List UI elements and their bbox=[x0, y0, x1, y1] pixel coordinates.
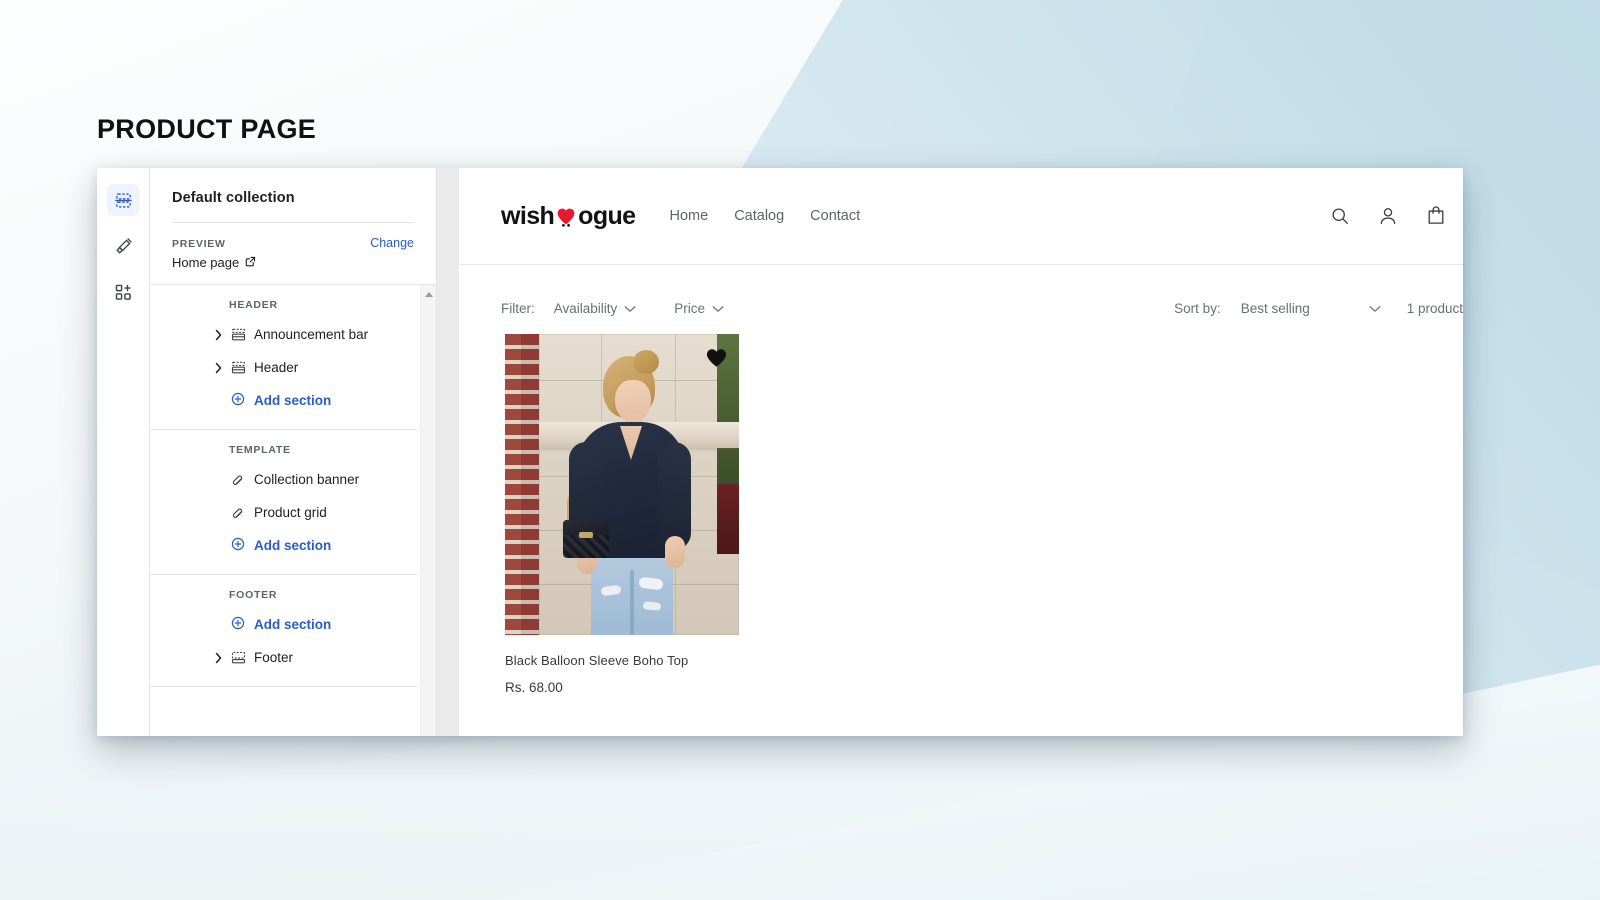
section-item-label: Header bbox=[254, 360, 299, 375]
announcement-bar-icon bbox=[231, 327, 246, 342]
logo-text-before: wish bbox=[501, 201, 555, 230]
section-item-label: Announcement bar bbox=[254, 327, 369, 342]
chevron-right-icon[interactable] bbox=[214, 329, 223, 341]
preview-block: PREVIEW Change Home page bbox=[150, 223, 436, 285]
header-section-icon bbox=[231, 360, 246, 375]
facet-label-availability: Availability bbox=[553, 300, 618, 316]
add-section-label: Add section bbox=[254, 617, 332, 632]
section-item-label: Product grid bbox=[254, 505, 327, 520]
storefront-nav: Home Catalog Contact bbox=[670, 208, 861, 224]
external-link-icon bbox=[245, 255, 256, 270]
product-count: 1 product bbox=[1406, 300, 1463, 316]
product-price: Rs. 68.00 bbox=[505, 680, 563, 695]
theme-editor-window: Default collection PREVIEW Change Home p… bbox=[97, 168, 1463, 736]
product-image[interactable] bbox=[505, 334, 739, 635]
preview-label: PREVIEW bbox=[172, 238, 226, 250]
preview-gutter bbox=[437, 168, 459, 736]
editor-icon-rail bbox=[97, 168, 150, 736]
storefront-preview: wish ogue Home Catalog Contact Filter: A… bbox=[459, 168, 1463, 736]
product-title[interactable]: Black Balloon Sleeve Boho Top bbox=[505, 653, 739, 668]
section-item-label: Footer bbox=[254, 650, 294, 665]
filter-label: Filter: bbox=[501, 300, 535, 316]
account-icon[interactable] bbox=[1377, 205, 1399, 227]
template-block-icon bbox=[231, 472, 246, 487]
plus-circle-icon bbox=[231, 537, 245, 554]
add-section-button-footer[interactable]: Add section bbox=[150, 608, 418, 641]
apps-icon bbox=[114, 283, 133, 302]
footer-section-icon bbox=[231, 650, 246, 665]
heart-cart-logo-icon bbox=[555, 205, 577, 227]
section-group-template: TEMPLATE Collection banner Product grid … bbox=[150, 430, 418, 575]
nav-link-catalog[interactable]: Catalog bbox=[734, 208, 784, 224]
theme-settings-icon bbox=[114, 237, 133, 256]
chevron-down-icon bbox=[712, 301, 724, 316]
sort-by-label: Sort by: bbox=[1174, 300, 1221, 316]
section-item-label: Collection banner bbox=[254, 472, 360, 487]
add-section-button-header[interactable]: Add section bbox=[150, 384, 418, 417]
sections-list[interactable]: HEADER Announcement bar Header Add secti… bbox=[150, 285, 436, 736]
section-item-product-grid[interactable]: Product grid bbox=[150, 496, 418, 529]
chevron-down-icon bbox=[624, 301, 636, 316]
facet-price[interactable]: Price bbox=[674, 301, 724, 316]
rail-button-apps[interactable] bbox=[107, 276, 139, 308]
scroll-up-arrow-icon[interactable] bbox=[421, 288, 436, 301]
section-item-footer[interactable]: Footer bbox=[150, 641, 418, 674]
section-group-heading: HEADER bbox=[229, 299, 278, 311]
sections-icon bbox=[114, 191, 133, 210]
product-photo-illustration bbox=[505, 334, 739, 635]
search-icon[interactable] bbox=[1329, 205, 1351, 227]
add-section-label: Add section bbox=[254, 393, 332, 408]
facets-bar: Filter: Availability Price Sort by: Best… bbox=[459, 265, 1463, 327]
product-card[interactable]: Black Balloon Sleeve Boho Top Rs. 68.00 bbox=[505, 334, 739, 695]
facet-availability[interactable]: Availability bbox=[554, 301, 637, 316]
section-group-heading: FOOTER bbox=[229, 589, 278, 601]
rail-button-sections[interactable] bbox=[107, 184, 139, 216]
wishlist-heart-icon[interactable] bbox=[706, 348, 727, 373]
storefront-actions bbox=[1329, 205, 1463, 227]
nav-link-contact[interactable]: Contact bbox=[810, 208, 860, 224]
product-grid: 3 bbox=[459, 327, 1463, 695]
nav-link-home[interactable]: Home bbox=[670, 208, 709, 224]
template-block-icon bbox=[231, 505, 246, 520]
chevron-right-icon[interactable] bbox=[214, 362, 223, 374]
section-item-collection-banner[interactable]: Collection banner bbox=[150, 463, 418, 496]
chevron-down-icon bbox=[1369, 301, 1381, 316]
sidebar-scrollbar[interactable] bbox=[420, 285, 436, 736]
sort-by-select[interactable]: Best selling bbox=[1241, 301, 1381, 316]
section-group-heading: TEMPLATE bbox=[229, 444, 291, 456]
page-title: PRODUCT PAGE bbox=[97, 114, 317, 144]
chevron-right-icon[interactable] bbox=[214, 652, 223, 664]
sort-area: Sort by: Best selling 1 product bbox=[1174, 301, 1463, 316]
store-logo[interactable]: wish ogue bbox=[501, 202, 636, 231]
collection-title: Default collection bbox=[172, 190, 295, 206]
plus-circle-icon bbox=[231, 392, 245, 409]
section-group-footer: FOOTER Add section Footer bbox=[150, 575, 418, 687]
facet-label-price: Price bbox=[674, 300, 706, 316]
logo-text-after: ogue bbox=[578, 201, 636, 230]
plus-circle-icon bbox=[231, 616, 245, 633]
preview-change-link[interactable]: Change bbox=[370, 236, 414, 250]
rail-button-theme-settings[interactable] bbox=[107, 230, 139, 262]
editor-sidebar: Default collection PREVIEW Change Home p… bbox=[150, 168, 437, 736]
section-item-announcement-bar[interactable]: Announcement bar bbox=[150, 318, 418, 351]
section-item-header[interactable]: Header bbox=[150, 351, 418, 384]
add-section-label: Add section bbox=[254, 538, 332, 553]
sidebar-header: Default collection bbox=[150, 168, 436, 223]
add-section-button-template[interactable]: Add section bbox=[150, 529, 418, 562]
section-group-header: HEADER Announcement bar Header Add secti… bbox=[150, 285, 418, 430]
preview-target-label: Home page bbox=[172, 255, 240, 270]
sort-by-value: Best selling bbox=[1240, 300, 1310, 316]
screenshot-root: PRODUCT PAGE Default collection PREVIEW … bbox=[0, 0, 1600, 900]
cart-icon[interactable] bbox=[1425, 205, 1447, 227]
preview-target-link[interactable]: Home page bbox=[172, 255, 414, 270]
storefront-header: wish ogue Home Catalog Contact bbox=[459, 168, 1463, 265]
